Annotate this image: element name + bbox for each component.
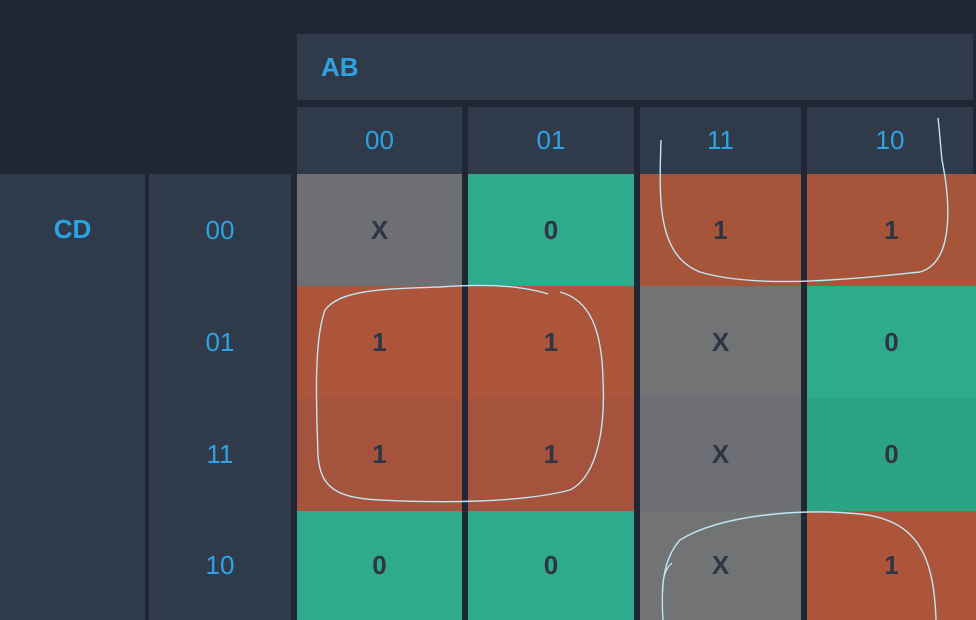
cell-cd10-ab00[interactable]: 0	[297, 511, 462, 620]
cell-cd11-ab01[interactable]: 1	[468, 398, 634, 511]
cell-cd11-ab00[interactable]: 1	[297, 398, 462, 511]
row-header-01: 01	[205, 326, 235, 357]
col-header-11: 11	[640, 107, 801, 174]
cell-cd00-ab10[interactable]: 1	[807, 174, 976, 286]
col-header-10: 10	[807, 107, 973, 174]
col-header-01: 01	[468, 107, 634, 174]
cell-cd10-ab01[interactable]: 0	[468, 511, 634, 620]
cell-cd10-ab10[interactable]: 1	[807, 511, 976, 620]
karnaugh-map: AB 00 01 11 10 CD 00 01 11 10 X 0 1 1 1 …	[0, 0, 976, 620]
col-header-00: 00	[297, 107, 462, 174]
row-header-10: 10	[205, 550, 235, 580]
cell-cd10-ab11[interactable]: X	[640, 511, 801, 620]
col-var-label: AB	[297, 34, 973, 100]
cell-cd00-ab00[interactable]: X	[297, 174, 462, 286]
cell-cd00-ab01[interactable]: 0	[468, 174, 634, 286]
cell-cd01-ab01[interactable]: 1	[468, 286, 634, 398]
cell-cd00-ab11[interactable]: 1	[640, 174, 801, 286]
cell-cd11-ab11[interactable]: X	[640, 398, 801, 511]
cell-cd01-ab10[interactable]: 0	[807, 286, 976, 398]
row-header-00: 00	[205, 214, 235, 245]
cell-cd11-ab10[interactable]: 0	[807, 398, 976, 511]
cell-cd01-ab00[interactable]: 1	[297, 286, 462, 398]
row-header-11: 11	[206, 439, 234, 469]
cell-cd01-ab11[interactable]: X	[640, 286, 801, 398]
row-var-label: CD	[53, 214, 92, 244]
